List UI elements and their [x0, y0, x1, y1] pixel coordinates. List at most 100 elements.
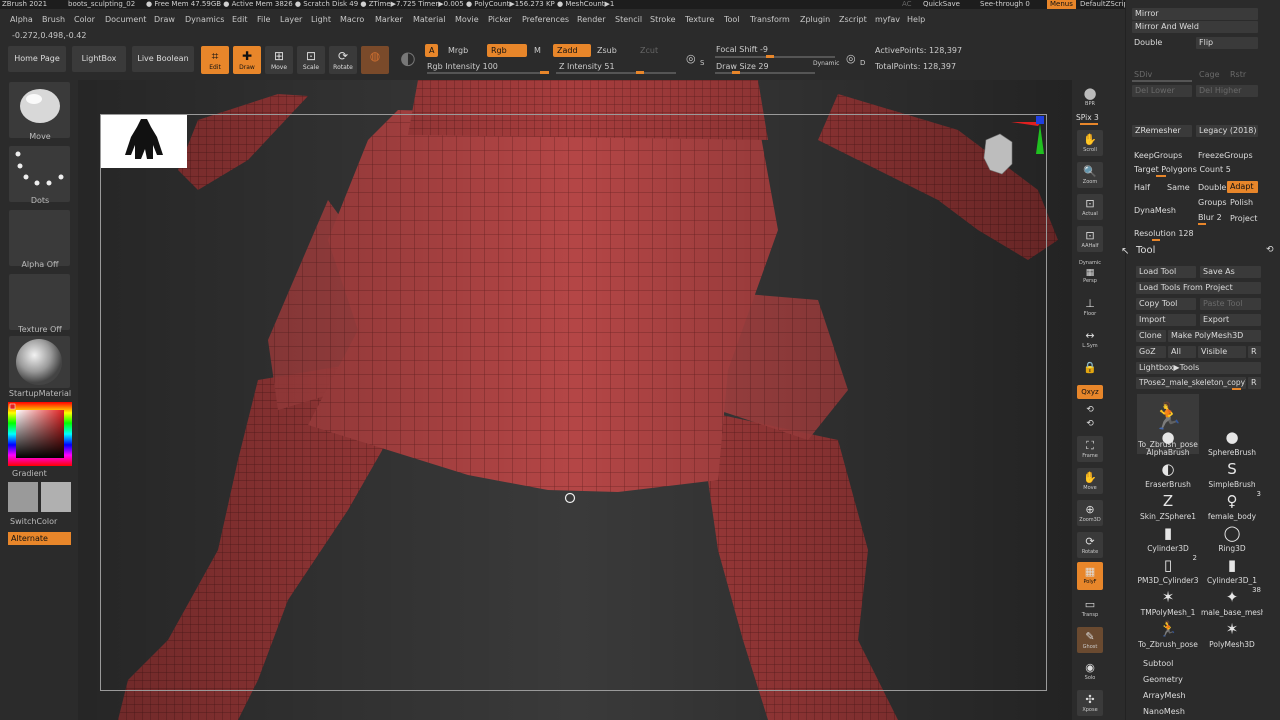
bpr-button[interactable]: ● BPR [1077, 84, 1103, 110]
menu-zscript[interactable]: Zscript [839, 15, 867, 24]
palette-pin-icon[interactable]: ⟲ [1266, 245, 1274, 255]
spix-slider[interactable]: SPix 3 [1076, 113, 1099, 122]
keepgroups-button[interactable]: KeepGroups [1134, 151, 1182, 160]
target-polygons-slider[interactable]: Target Polygons Count 5 [1134, 165, 1231, 174]
goz-button[interactable]: GoZ [1136, 346, 1166, 358]
persp-button[interactable]: Dynamic ▦ Persp [1077, 258, 1103, 284]
d-sphere-icon[interactable]: ◎ [846, 52, 856, 65]
floor-button[interactable]: ⊥ Floor [1077, 294, 1103, 320]
copy-tool-button[interactable]: Copy Tool [1136, 298, 1196, 310]
blur-slider[interactable]: Blur 2 [1198, 213, 1222, 222]
geometry-section[interactable]: Geometry [1143, 675, 1183, 684]
texture-sphere-icon[interactable]: ◐ [394, 46, 422, 74]
zremesher-button[interactable]: ZRemesher [1132, 125, 1192, 137]
tool-thumbnail[interactable]: ▯ PM3D_Cylinder3 2 [1137, 554, 1199, 586]
menu-file[interactable]: File [257, 15, 270, 24]
rotate-y-icon[interactable]: ⟲ [1077, 402, 1103, 416]
canvas-viewport[interactable] [78, 80, 1072, 720]
zcut-toggle[interactable]: Zcut [640, 46, 658, 55]
freezegroups-button[interactable]: FreezeGroups [1198, 151, 1253, 160]
lightbox-button[interactable]: LightBox [72, 46, 126, 72]
tool-thumbnail[interactable]: S SimpleBrush [1201, 458, 1263, 490]
menu-zplugin[interactable]: Zplugin [800, 15, 830, 24]
tool-thumbnail[interactable]: ● SphereBrush [1201, 426, 1263, 458]
menu-preferences[interactable]: Preferences [522, 15, 569, 24]
head-orientation-icon[interactable] [978, 130, 1018, 180]
menu-macro[interactable]: Macro [340, 15, 364, 24]
goz-visible-button[interactable]: Visible [1198, 346, 1246, 358]
mrgb-toggle[interactable]: Mrgb [448, 46, 468, 55]
goz-all-button[interactable]: All [1168, 346, 1196, 358]
aahalf-button[interactable]: ⊡ AAHalf [1077, 226, 1103, 252]
tool-thumbnail[interactable]: ✶ PolyMesh3D [1201, 618, 1263, 650]
tool-thumbnail[interactable]: ✶ TMPolyMesh_1 [1137, 586, 1199, 618]
menu-marker[interactable]: Marker [375, 15, 403, 24]
cage-button[interactable]: Cage [1199, 70, 1220, 79]
half-button[interactable]: Half [1134, 183, 1150, 192]
lock-icon[interactable]: 🔒 [1077, 358, 1103, 384]
rstr-button[interactable]: Rstr [1230, 70, 1246, 79]
tool-thumbnail[interactable]: ▮ Cylinder3D [1137, 522, 1199, 554]
rotate-button[interactable]: ⟳ Rotate [329, 46, 357, 74]
menus-button[interactable]: Menus [1047, 0, 1076, 9]
menu-brush[interactable]: Brush [42, 15, 65, 24]
load-tools-from-project-button[interactable]: Load Tools From Project [1136, 282, 1261, 294]
quicksave-button[interactable]: QuickSave [923, 0, 960, 9]
dynamesh-button[interactable]: DynaMesh [1134, 206, 1176, 215]
export-button[interactable]: Export [1200, 314, 1261, 326]
material-swatch-button[interactable]: ◍ [361, 46, 389, 74]
menu-movie[interactable]: Movie [455, 15, 479, 24]
main-color-swatch[interactable] [8, 482, 38, 512]
edit-button[interactable]: ⌗ Edit [201, 46, 229, 74]
menu-picker[interactable]: Picker [488, 15, 512, 24]
transp-button[interactable]: ▭ Transp [1077, 595, 1103, 621]
del-lower-button[interactable]: Del Lower [1132, 85, 1192, 97]
actual-button[interactable]: ⊡ Actual [1077, 194, 1103, 220]
move-view-button[interactable]: ✋ Move [1077, 468, 1103, 494]
lightbox-tools-button[interactable]: Lightbox▶Tools [1136, 362, 1261, 374]
import-button[interactable]: Import [1136, 314, 1196, 326]
sdiv-slider[interactable]: SDiv [1134, 70, 1152, 79]
menu-stencil[interactable]: Stencil [615, 15, 642, 24]
tool-thumbnail[interactable]: ● AlphaBrush [1137, 426, 1199, 458]
z-intensity-slider[interactable]: Z Intensity 51 [559, 62, 615, 71]
polish-button[interactable]: Polish [1230, 198, 1253, 207]
rotate-view-button[interactable]: ⟳ Rotate [1077, 532, 1103, 558]
dynamic-toggle[interactable]: Dynamic [813, 60, 839, 67]
mirror-button[interactable]: Mirror [1132, 8, 1258, 20]
tool-thumbnail[interactable]: ✦ male_base_mesh 38 [1201, 586, 1263, 618]
tool-palette-title[interactable]: Tool [1136, 245, 1155, 256]
nanomesh-section[interactable]: NanoMesh [1143, 707, 1185, 716]
scale-button[interactable]: ⊡ Scale [297, 46, 325, 74]
stroke-selector[interactable] [9, 146, 70, 202]
menu-edit[interactable]: Edit [232, 15, 248, 24]
material-selector[interactable] [9, 336, 70, 388]
texture-selector[interactable] [9, 274, 70, 330]
double-polys-button[interactable]: Double [1198, 183, 1226, 192]
secondary-color-swatch[interactable] [41, 482, 71, 512]
menu-stroke[interactable]: Stroke [650, 15, 676, 24]
tool-thumbnail[interactable]: ▮ Cylinder3D_1 [1201, 554, 1263, 586]
menu-light[interactable]: Light [311, 15, 331, 24]
save-as-button[interactable]: Save As [1200, 266, 1261, 278]
rgb-intensity-slider[interactable]: Rgb Intensity 100 [427, 62, 498, 71]
zoom-button[interactable]: 🔍 Zoom [1077, 162, 1103, 188]
menu-transform[interactable]: Transform [750, 15, 790, 24]
menu-texture[interactable]: Texture [685, 15, 714, 24]
color-picker[interactable] [8, 402, 72, 466]
polyf-button[interactable]: ▦ PolyF [1077, 562, 1103, 590]
menu-layer[interactable]: Layer [280, 15, 302, 24]
arraymesh-section[interactable]: ArrayMesh [1143, 691, 1186, 700]
solo-button[interactable]: ◉ Solo [1077, 658, 1103, 684]
rotate-z-icon[interactable]: ⟲ [1077, 416, 1103, 430]
frame-button[interactable]: ⛶ Frame [1077, 436, 1103, 462]
groups-button[interactable]: Groups [1198, 198, 1227, 207]
mirror-and-weld-button[interactable]: Mirror And Weld [1132, 21, 1258, 33]
goz-r-button[interactable]: R [1248, 346, 1261, 358]
menu-material[interactable]: Material [413, 15, 446, 24]
tool-thumbnail[interactable]: ◯ Ring3D [1201, 522, 1263, 554]
home-page-button[interactable]: Home Page [8, 46, 66, 72]
menu-color[interactable]: Color [74, 15, 95, 24]
resolution-slider[interactable]: Resolution 128 [1134, 229, 1194, 238]
focal-shift-slider[interactable]: Focal Shift -9 [716, 45, 768, 54]
